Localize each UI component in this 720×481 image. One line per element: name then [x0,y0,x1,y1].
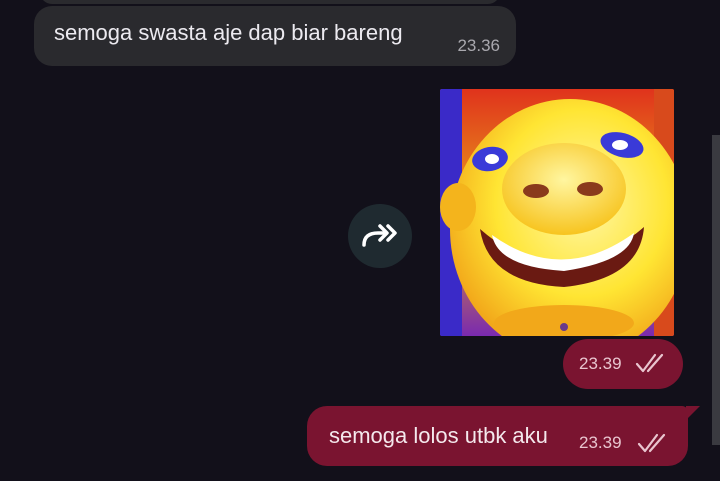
double-check-icon [637,433,666,453]
forward-button[interactable] [348,204,412,268]
message-text: semoga swasta aje dap biar bareng [54,20,403,45]
bubble-tail [686,406,700,420]
sticker-image[interactable] [440,89,674,336]
message-time: 23.36 [457,36,500,55]
message-time: 23.39 [579,354,622,373]
message-text: semoga lolos utbk aku [329,423,548,448]
message-time: 23.39 [579,433,622,452]
incoming-message-bubble[interactable]: semoga swasta aje dap biar bareng 23.36 [34,6,516,66]
previous-message-bubble [40,0,500,4]
forward-arrow-icon [362,224,397,247]
double-check-icon [635,353,664,373]
sticker-time-badge: 23.39 [563,339,683,389]
scrollbar[interactable] [712,135,720,445]
outgoing-message-bubble[interactable]: semoga lolos utbk aku 23.39 [307,406,700,466]
